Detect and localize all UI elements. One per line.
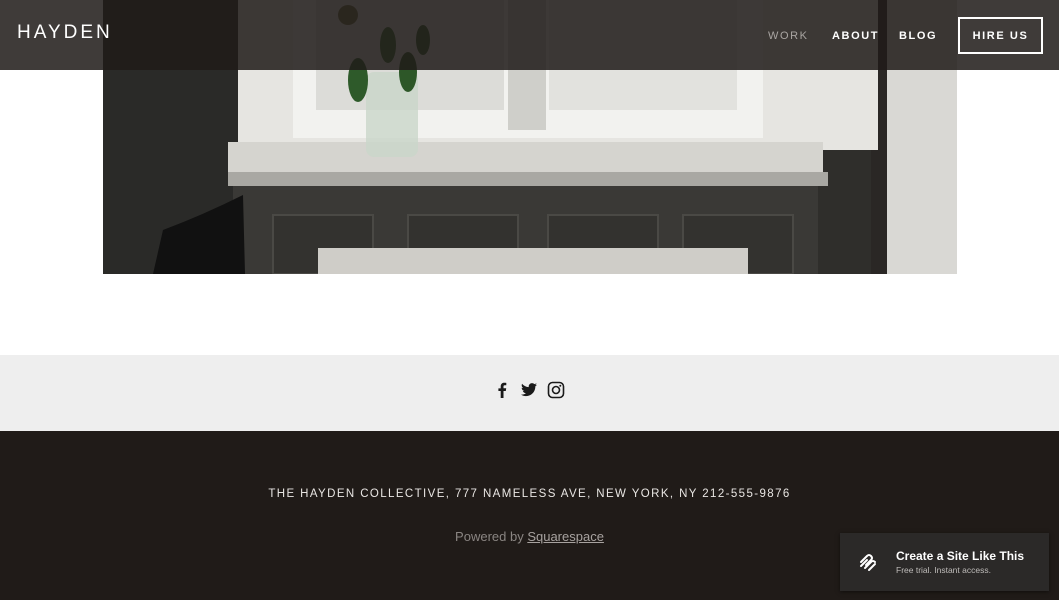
site-header: HAYDEN WORK ABOUT BLOG HIRE US	[0, 0, 1059, 70]
site-logo[interactable]: HAYDEN	[17, 22, 113, 44]
create-site-badge[interactable]: Create a Site Like This Free trial. Inst…	[840, 533, 1049, 591]
nav-work[interactable]: WORK	[768, 30, 809, 42]
facebook-icon[interactable]	[493, 381, 511, 399]
instagram-icon[interactable]	[547, 381, 565, 399]
badge-subtitle: Free trial. Instant access.	[896, 565, 991, 575]
badge-title: Create a Site Like This	[896, 549, 1025, 563]
page: HAYDEN WORK ABOUT BLOG HIRE US THE HAYDE…	[0, 0, 1059, 600]
powered-by-prefix: Powered by	[455, 529, 528, 544]
squarespace-link[interactable]: Squarespace	[527, 529, 604, 544]
nav-about[interactable]: ABOUT	[832, 30, 879, 42]
footer-address: THE HAYDEN COLLECTIVE, 777 NAMELESS AVE,…	[268, 488, 791, 500]
hire-us-button[interactable]: HIRE US	[958, 17, 1043, 54]
squarespace-logo-icon	[860, 554, 876, 571]
nav-blog[interactable]: BLOG	[899, 30, 937, 42]
twitter-icon[interactable]	[520, 381, 538, 399]
